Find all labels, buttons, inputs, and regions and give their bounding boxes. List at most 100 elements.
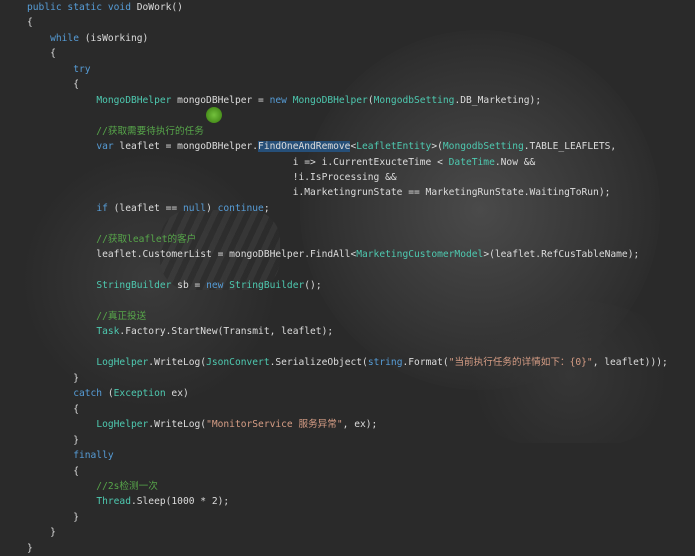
code-token: if bbox=[96, 202, 114, 214]
code-token: (isWorking) bbox=[84, 32, 149, 44]
code-token: continue bbox=[217, 202, 264, 214]
code-token: { bbox=[27, 48, 56, 60]
code-token: while bbox=[27, 32, 85, 44]
code-line[interactable]: { bbox=[27, 77, 79, 92]
code-token: .TABLE_LEAFLETS, bbox=[523, 141, 617, 153]
code-line[interactable]: { bbox=[27, 402, 79, 417]
code-token: } bbox=[27, 511, 79, 523]
code-token: finally bbox=[27, 450, 114, 462]
code-token: StringBuilder bbox=[96, 280, 172, 292]
code-token: leaflet.CustomerList = mongoDBHelper.Fin… bbox=[27, 249, 357, 261]
code-line[interactable]: { bbox=[27, 46, 56, 61]
code-line[interactable]: Task.Factory.StartNew(Transmit, leaflet)… bbox=[27, 324, 333, 339]
code-token: public static void bbox=[27, 2, 137, 13]
code-token: .Format( bbox=[402, 357, 449, 369]
code-line[interactable]: } bbox=[27, 433, 79, 448]
code-line[interactable]: !i.IsProcessing && bbox=[27, 170, 397, 185]
code-token: catch bbox=[27, 388, 108, 400]
code-token: .Sleep(1000 * 2); bbox=[130, 496, 230, 508]
code-line[interactable]: } bbox=[27, 510, 79, 525]
code-token: MongodbSetting bbox=[373, 94, 455, 106]
code-line[interactable]: LogHelper.WriteLog("MonitorService 服务异常"… bbox=[27, 417, 377, 432]
code-line[interactable]: i => i.CurrentExucteTime < DateTime.Now … bbox=[27, 155, 536, 170]
code-token: //获取leaflet的客户 bbox=[27, 233, 197, 245]
selected-token: FindOneAndRemove bbox=[258, 141, 351, 153]
code-token: sb = bbox=[171, 280, 207, 292]
code-token: new bbox=[269, 94, 293, 106]
code-token: i.MarketingrunState == MarketingRunState… bbox=[27, 187, 611, 199]
code-line[interactable]: //获取leaflet的客户 bbox=[27, 232, 196, 247]
code-token: } bbox=[27, 434, 79, 446]
code-token: ) bbox=[206, 202, 218, 214]
code-line[interactable]: i.MarketingrunState == MarketingRunState… bbox=[27, 185, 611, 200]
code-token: MongoDBHelper bbox=[96, 94, 172, 106]
code-token: string bbox=[367, 357, 403, 369]
code-line[interactable]: //获取需要待执行的任务 bbox=[27, 124, 204, 139]
code-token: leaflet = mongoDBHelper. bbox=[119, 141, 259, 153]
code-token: //2s检测一次 bbox=[27, 480, 158, 492]
code-token: , leaflet))); bbox=[592, 357, 668, 369]
code-token: .DB_Marketing); bbox=[454, 94, 542, 106]
code-line[interactable]: } bbox=[27, 371, 79, 386]
code-line[interactable]: { bbox=[27, 15, 33, 30]
code-token: LeafletEntity bbox=[356, 141, 432, 153]
code-token: .SerializeObject( bbox=[269, 357, 368, 369]
code-token: ; bbox=[263, 202, 270, 214]
code-editor[interactable]: public static void DoWork() { while (isWo… bbox=[0, 0, 695, 554]
code-line[interactable]: //真正投送 bbox=[27, 309, 146, 324]
code-token: (); bbox=[304, 280, 322, 292]
code-token: MarketingCustomerModel bbox=[356, 249, 484, 261]
code-token: { bbox=[27, 79, 79, 91]
code-line[interactable]: //2s检测一次 bbox=[27, 479, 158, 494]
mouse-cursor-icon bbox=[206, 107, 222, 123]
code-line[interactable]: try bbox=[27, 62, 90, 77]
code-token: DateTime bbox=[448, 156, 495, 168]
code-token: (leaflet == bbox=[113, 202, 183, 214]
code-line[interactable]: } bbox=[27, 541, 33, 556]
code-token: JsonConvert bbox=[206, 357, 270, 369]
code-line[interactable]: leaflet.CustomerList = mongoDBHelper.Fin… bbox=[27, 247, 639, 262]
code-token: { bbox=[27, 465, 79, 477]
code-line[interactable]: if (leaflet == null) continue; bbox=[27, 201, 270, 216]
code-line[interactable]: StringBuilder sb = new StringBuilder(); bbox=[27, 278, 322, 293]
code-line[interactable]: public static void DoWork() bbox=[27, 0, 183, 15]
code-line[interactable]: } bbox=[27, 525, 56, 540]
code-token: , ex); bbox=[342, 419, 378, 431]
code-token: } bbox=[27, 372, 79, 384]
code-token: new bbox=[206, 280, 230, 292]
code-line[interactable]: catch (Exception ex) bbox=[27, 386, 189, 401]
code-line[interactable]: { bbox=[27, 464, 79, 479]
code-line[interactable]: MongoDBHelper mongoDBHelper = new MongoD… bbox=[27, 93, 541, 108]
code-token: StringBuilder bbox=[229, 280, 305, 292]
code-token: } bbox=[27, 542, 33, 554]
code-line[interactable]: LogHelper.WriteLog(JsonConvert.Serialize… bbox=[27, 355, 668, 370]
code-token: .Factory.StartNew(Transmit, leaflet); bbox=[119, 326, 334, 338]
code-token: LogHelper bbox=[96, 419, 149, 431]
code-token: mongoDBHelper = bbox=[171, 94, 270, 106]
code-token: ex) bbox=[165, 388, 189, 400]
code-token: Thread bbox=[96, 496, 131, 508]
code-token: //获取需要待执行的任务 bbox=[27, 125, 204, 137]
code-token: var bbox=[96, 141, 120, 153]
code-token: .Now && bbox=[494, 156, 536, 168]
code-token: LogHelper bbox=[96, 357, 149, 369]
code-token: { bbox=[27, 17, 33, 29]
code-token: DoWork() bbox=[136, 2, 183, 13]
code-line[interactable]: while (isWorking) bbox=[27, 31, 148, 46]
code-line[interactable]: Thread.Sleep(1000 * 2); bbox=[27, 494, 229, 509]
code-token: >( bbox=[431, 141, 443, 153]
code-token: MongodbSetting bbox=[442, 141, 524, 153]
code-token: } bbox=[27, 527, 56, 539]
code-token: Task bbox=[96, 326, 120, 338]
code-token: "当前执行任务的详情如下：{0}" bbox=[448, 357, 593, 369]
code-line[interactable]: finally bbox=[27, 448, 114, 463]
code-line[interactable]: var leaflet = mongoDBHelper.FindOneAndRe… bbox=[27, 139, 616, 154]
